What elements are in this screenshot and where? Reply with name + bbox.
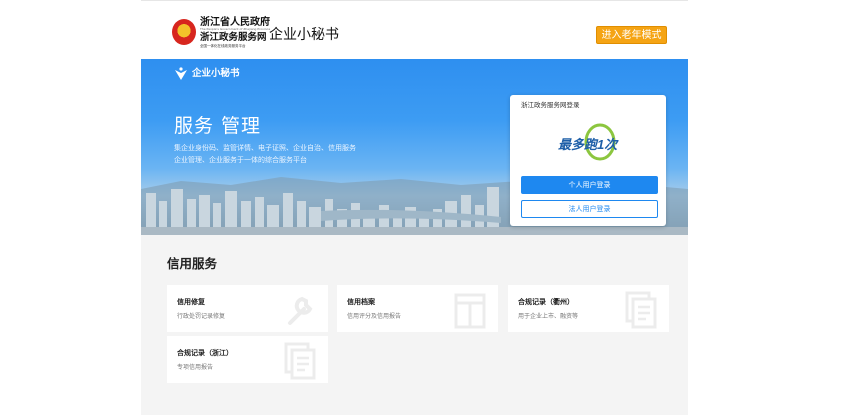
site-header: 浙江省人民政府 The People's Government of Zheji… <box>141 11 688 57</box>
banner-headline: 服务 管理 <box>174 115 262 137</box>
service-card-compliance-quzhou[interactable]: 合规记录（衢州） 用于企业上市、融资等 <box>508 285 669 332</box>
card-description: 用于企业上市、融资等 <box>518 313 579 320</box>
service-card-credit-archive[interactable]: 信用档案 信用评分及信用报告 <box>337 285 498 332</box>
card-description: 行政处罚记录修复 <box>177 313 226 320</box>
wrench-icon <box>288 296 313 325</box>
card-title: 合规记录（衢州） <box>518 298 574 306</box>
banner-logo-text: 企业小秘书 <box>192 68 240 79</box>
card-title: 合规记录（浙江） <box>177 349 233 357</box>
banner-description-line2: 企业管理、企业服务于一体的综合服务平台 <box>174 156 307 164</box>
card-description: 信用评分及信用报告 <box>347 313 402 320</box>
gov-english-name: The People's Government of Zhejiang Prov… <box>200 27 271 31</box>
zuiduo-pao-yici-logo: 最多跑1次 <box>558 123 619 161</box>
page: 浙江省人民政府 The People's Government of Zheji… <box>141 0 688 415</box>
service-card-compliance-zhejiang[interactable]: 合规记录（浙江） 专项信用报告 <box>167 336 328 383</box>
hero-banner: 企业小秘书 服务 管理 集企业身份码、监管详情、电子证照、企业自治、信用服务 企… <box>141 59 688 235</box>
card-title: 信用档案 <box>347 298 375 306</box>
document-icon <box>284 342 316 380</box>
corporate-login-button[interactable]: 法人用户登录 <box>521 200 658 218</box>
app-title: 企业小秘书 <box>269 27 339 43</box>
card-title: 信用修复 <box>177 298 205 306</box>
section-title: 信用服务 <box>167 256 218 271</box>
app-logo-icon <box>175 67 187 80</box>
banner-description-line1: 集企业身份码、监管详情、电子证照、企业自治、信用服务 <box>174 144 356 152</box>
elder-mode-button[interactable]: 进入老年模式 <box>596 26 667 44</box>
card-description: 专项信用报告 <box>177 364 214 371</box>
credit-services-section: 信用服务 信用修复 行政处罚记录修复 信用档案 信用评分及信用报告 合规记录（衢… <box>141 235 688 415</box>
login-card: 浙江政务服务网登录 最多跑1次 个人用户登录 法人用户登录 <box>510 95 666 226</box>
personal-login-button[interactable]: 个人用户登录 <box>521 176 658 194</box>
login-title: 浙江政务服务网登录 <box>521 101 580 109</box>
gov-net-title: 浙江政务服务网 <box>200 32 267 43</box>
national-emblem-icon <box>172 19 196 45</box>
archive-icon <box>454 293 486 329</box>
document-icon <box>625 291 657 329</box>
gov-tagline: 全国一体化在线政务服务平台 <box>200 44 246 48</box>
service-card-credit-repair[interactable]: 信用修复 行政处罚记录修复 <box>167 285 328 332</box>
svg-text:最多跑1次: 最多跑1次 <box>558 137 619 152</box>
